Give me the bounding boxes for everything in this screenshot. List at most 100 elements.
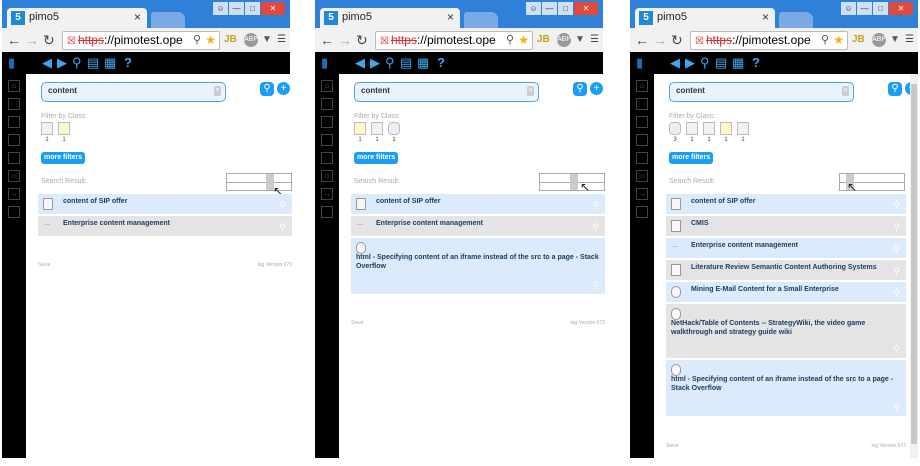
maximize-button[interactable]: □ <box>873 2 888 15</box>
note-icon[interactable] <box>636 98 648 110</box>
search-button[interactable]: ⚲ <box>888 82 902 96</box>
class-filter-item[interactable]: 1 <box>58 122 70 144</box>
menu-icon[interactable]: ☰ <box>905 33 914 47</box>
document-icon[interactable]: ▤ <box>87 55 99 71</box>
back-icon[interactable]: ← <box>635 31 649 49</box>
result-item[interactable]: html - Specifying content of an iframe i… <box>666 360 906 416</box>
image-icon[interactable] <box>636 134 648 146</box>
next-icon[interactable]: ▶ <box>370 55 380 71</box>
share-icon[interactable] <box>636 206 648 218</box>
class-filter-item[interactable]: 1 <box>703 122 715 144</box>
preview-search-icon[interactable]: ⚲ <box>893 222 900 233</box>
address-bar[interactable]: ☒ https://pimotest.ope ⚲ ★ <box>62 31 220 50</box>
preview-search-icon[interactable]: ⚲ <box>279 200 286 211</box>
reload-icon[interactable]: ↻ <box>43 31 55 49</box>
tab-pimo5[interactable]: 5 pimo5 × <box>320 8 460 28</box>
home-icon[interactable]: ⌂ <box>321 80 333 92</box>
search-input[interactable]: content × <box>41 82 226 102</box>
class-filter-item[interactable]: 1 <box>388 122 400 144</box>
share-icon[interactable] <box>8 206 20 218</box>
share-icon[interactable] <box>321 206 333 218</box>
bookmark-star-icon[interactable]: ★ <box>833 32 844 49</box>
maximize-button[interactable]: □ <box>245 2 260 15</box>
new-tab-button[interactable] <box>464 12 498 28</box>
prev-icon[interactable]: ◀ <box>670 55 680 71</box>
more-filters-button[interactable]: more filters <box>41 152 86 164</box>
search-icon[interactable]: ⚲ <box>385 55 395 71</box>
next-icon[interactable]: ▶ <box>57 55 67 71</box>
more-filters-button[interactable]: more filters <box>669 152 714 164</box>
user-icon[interactable]: ☺ <box>526 2 541 15</box>
zoom-icon[interactable]: ⚲ <box>193 32 201 49</box>
back-icon[interactable]: ← <box>7 31 21 49</box>
result-item[interactable]: — Enterprise content management ⚲ <box>38 216 292 236</box>
list-icon[interactable]: ▦ <box>104 55 116 71</box>
result-item[interactable]: html - Specifying content of an iframe i… <box>351 238 605 294</box>
preview-search-icon[interactable]: ⚲ <box>592 222 599 233</box>
pocket-icon[interactable]: ▼ <box>575 33 585 47</box>
add-button[interactable]: + <box>277 82 290 95</box>
file-icon[interactable] <box>636 152 648 164</box>
file-icon[interactable] <box>8 152 20 164</box>
search-input[interactable]: content × <box>669 82 854 102</box>
class-filter-item[interactable]: 3 <box>669 122 681 144</box>
note-icon[interactable] <box>321 98 333 110</box>
result-item[interactable]: — Enterprise content management ⚲ <box>351 216 605 236</box>
menu-icon[interactable]: ☰ <box>277 33 286 47</box>
folder-icon[interactable] <box>321 116 333 128</box>
result-item[interactable]: content of SIP offer ⚲ <box>666 194 906 214</box>
help-icon[interactable]: ? <box>124 55 132 71</box>
search-icon[interactable]: ⚲ <box>72 55 82 71</box>
zoom-icon[interactable]: ⚲ <box>821 32 829 49</box>
jb-extension-icon[interactable]: JB <box>852 33 865 47</box>
forward-icon[interactable]: → <box>338 31 352 49</box>
adblock-icon[interactable]: ABP <box>244 33 258 47</box>
minimize-button[interactable]: — <box>857 2 872 15</box>
result-item[interactable]: content of SIP offer ⚲ <box>351 194 605 214</box>
prev-icon[interactable]: ◀ <box>42 55 52 71</box>
class-filter-item[interactable]: 1 <box>41 122 53 144</box>
tab-pimo5[interactable]: 5 pimo5 × <box>635 8 775 28</box>
app-menu-icon[interactable]: ▮ <box>636 55 643 71</box>
preview-search-icon[interactable]: ⚲ <box>592 280 599 291</box>
adblock-icon[interactable]: ABP <box>557 33 571 47</box>
class-filter-item[interactable]: 1 <box>720 122 732 144</box>
forward-icon[interactable]: → <box>25 31 39 49</box>
tab-pimo5[interactable]: 5 pimo5 × <box>7 8 147 28</box>
settings-icon[interactable]: ☼ <box>8 170 20 182</box>
document-icon[interactable]: ▤ <box>715 55 727 71</box>
class-filter-item[interactable]: 1 <box>686 122 698 144</box>
folder-icon[interactable] <box>636 116 648 128</box>
zoom-icon[interactable]: ⚲ <box>506 32 514 49</box>
export-icon[interactable]: → <box>321 188 333 200</box>
result-item[interactable]: — Enterprise content management ⚲ <box>666 238 906 258</box>
clear-search-icon[interactable]: × <box>842 86 849 96</box>
class-filter-item[interactable]: 1 <box>737 122 749 144</box>
back-icon[interactable]: ← <box>320 31 334 49</box>
preview-search-icon[interactable]: ⚲ <box>279 222 286 233</box>
minimize-button[interactable]: — <box>542 2 557 15</box>
result-slider[interactable] <box>539 173 605 191</box>
settings-icon[interactable]: ☼ <box>636 170 648 182</box>
result-item[interactable]: content of SIP offer ⚲ <box>38 194 292 214</box>
list-icon[interactable]: ▦ <box>732 55 744 71</box>
preview-search-icon[interactable]: ⚲ <box>893 288 900 299</box>
bookmark-star-icon[interactable]: ★ <box>518 32 529 49</box>
pocket-icon[interactable]: ▼ <box>890 33 900 47</box>
scrollbar[interactable] <box>910 74 918 458</box>
document-icon[interactable]: ▤ <box>400 55 412 71</box>
settings-icon[interactable]: ☼ <box>321 170 333 182</box>
new-tab-button[interactable] <box>151 12 185 28</box>
result-item[interactable]: NetHack/Table of Contents -- StrategyWik… <box>666 304 906 358</box>
minimize-button[interactable]: — <box>229 2 244 15</box>
user-icon[interactable]: ☺ <box>213 2 228 15</box>
pocket-icon[interactable]: ▼ <box>262 33 272 47</box>
export-icon[interactable]: → <box>636 188 648 200</box>
tab-close-icon[interactable]: × <box>762 10 769 24</box>
close-window-button[interactable]: ✕ <box>261 2 285 15</box>
slider-knob[interactable] <box>570 174 578 190</box>
reload-icon[interactable]: ↻ <box>671 31 683 49</box>
clear-search-icon[interactable]: × <box>527 86 534 96</box>
user-icon[interactable]: ☺ <box>841 2 856 15</box>
clear-search-icon[interactable]: × <box>214 86 221 96</box>
